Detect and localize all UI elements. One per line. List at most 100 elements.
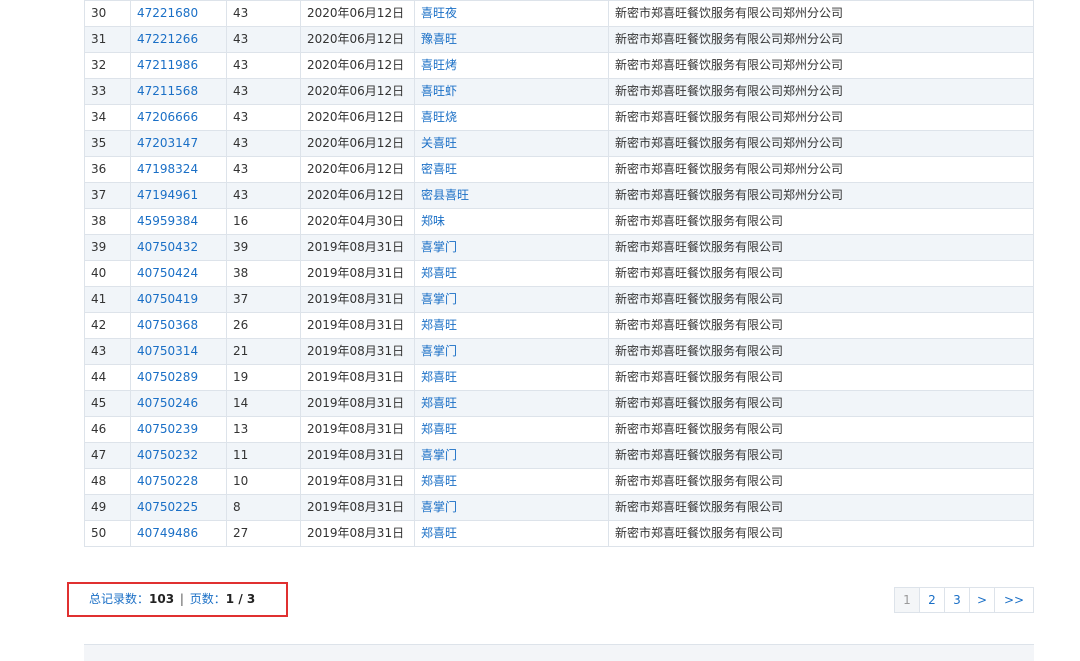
last-page-button[interactable]: >> xyxy=(994,587,1034,613)
applicant-name: 新密市郑喜旺餐饮服务有限公司 xyxy=(608,286,1034,313)
registration-number-link[interactable]: 40750368 xyxy=(130,312,227,339)
registration-number-link[interactable]: 40749486 xyxy=(130,520,227,547)
registration-number-link[interactable]: 47198324 xyxy=(130,156,227,183)
trademark-name-link[interactable]: 郑喜旺 xyxy=(414,520,609,547)
table-row: 48 40750228 10 2019年08月31日 郑喜旺 新密市郑喜旺餐饮服务有限公司 xyxy=(84,468,1034,495)
class-number: 43 xyxy=(226,130,301,157)
row-index: 37 xyxy=(84,182,131,209)
table-row: 35 47203147 43 2020年06月12日 关喜旺 新密市郑喜旺餐饮服务有限公司… xyxy=(84,130,1034,157)
table-row: 30 47221680 43 2020年06月12日 喜旺夜 新密市郑喜旺餐饮服务有限公司… xyxy=(84,0,1034,27)
table-row: 37 47194961 43 2020年06月12日 密县喜旺 新密市郑喜旺餐饮服务有限公… xyxy=(84,182,1034,209)
application-date: 2019年08月31日 xyxy=(300,390,415,417)
applicant-name: 新密市郑喜旺餐饮服务有限公司郑州分公司 xyxy=(608,104,1034,131)
applicant-name: 新密市郑喜旺餐饮服务有限公司 xyxy=(608,468,1034,495)
table-row: 43 40750314 21 2019年08月31日 喜掌门 新密市郑喜旺餐饮服务有限公司 xyxy=(84,338,1034,365)
table-row: 42 40750368 26 2019年08月31日 郑喜旺 新密市郑喜旺餐饮服务有限公司 xyxy=(84,312,1034,339)
class-number: 14 xyxy=(226,390,301,417)
page-button-2[interactable]: 2 xyxy=(919,587,945,613)
page-button-1[interactable]: 1 xyxy=(894,587,920,613)
registration-number-link[interactable]: 40750232 xyxy=(130,442,227,469)
application-date: 2020年06月12日 xyxy=(300,130,415,157)
row-index: 44 xyxy=(84,364,131,391)
application-date: 2020年06月12日 xyxy=(300,182,415,209)
registration-number-link[interactable]: 40750239 xyxy=(130,416,227,443)
application-date: 2019年08月31日 xyxy=(300,468,415,495)
application-date: 2019年08月31日 xyxy=(300,312,415,339)
trademark-name-link[interactable]: 郑味 xyxy=(414,208,609,235)
trademark-name-link[interactable]: 喜掌门 xyxy=(414,338,609,365)
applicant-name: 新密市郑喜旺餐饮服务有限公司 xyxy=(608,338,1034,365)
trademark-name-link[interactable]: 喜掌门 xyxy=(414,442,609,469)
pagination: 1 2 3 > >> xyxy=(894,587,1034,613)
application-date: 2020年06月12日 xyxy=(300,26,415,53)
class-number: 11 xyxy=(226,442,301,469)
trademark-name-link[interactable]: 喜旺夜 xyxy=(414,0,609,27)
registration-number-link[interactable]: 47206666 xyxy=(130,104,227,131)
application-date: 2020年06月12日 xyxy=(300,0,415,27)
class-number: 8 xyxy=(226,494,301,521)
row-index: 33 xyxy=(84,78,131,105)
applicant-name: 新密市郑喜旺餐饮服务有限公司 xyxy=(608,208,1034,235)
registration-number-link[interactable]: 47211986 xyxy=(130,52,227,79)
row-index: 35 xyxy=(84,130,131,157)
applicant-name: 新密市郑喜旺餐饮服务有限公司郑州分公司 xyxy=(608,130,1034,157)
trademark-name-link[interactable]: 密喜旺 xyxy=(414,156,609,183)
applicant-name: 新密市郑喜旺餐饮服务有限公司 xyxy=(608,416,1034,443)
registration-number-link[interactable]: 40750225 xyxy=(130,494,227,521)
trademark-name-link[interactable]: 郑喜旺 xyxy=(414,468,609,495)
trademark-name-link[interactable]: 郑喜旺 xyxy=(414,364,609,391)
trademark-name-link[interactable]: 豫喜旺 xyxy=(414,26,609,53)
registration-number-link[interactable]: 40750246 xyxy=(130,390,227,417)
row-index: 49 xyxy=(84,494,131,521)
registration-number-link[interactable]: 47203147 xyxy=(130,130,227,157)
trademark-name-link[interactable]: 喜掌门 xyxy=(414,234,609,261)
registration-number-link[interactable]: 40750314 xyxy=(130,338,227,365)
registration-number-link[interactable]: 40750419 xyxy=(130,286,227,313)
registration-number-link[interactable]: 40750289 xyxy=(130,364,227,391)
applicant-name: 新密市郑喜旺餐饮服务有限公司郑州分公司 xyxy=(608,156,1034,183)
registration-number-link[interactable]: 40750432 xyxy=(130,234,227,261)
trademark-name-link[interactable]: 喜掌门 xyxy=(414,494,609,521)
trademark-table-container: 30 47221680 43 2020年06月12日 喜旺夜 新密市郑喜旺餐饮服务有限公司… xyxy=(84,0,1034,547)
row-index: 39 xyxy=(84,234,131,261)
row-index: 47 xyxy=(84,442,131,469)
total-records-label: 总记录数： xyxy=(89,592,150,606)
applicant-name: 新密市郑喜旺餐饮服务有限公司郑州分公司 xyxy=(608,182,1034,209)
application-date: 2020年04月30日 xyxy=(300,208,415,235)
application-date: 2019年08月31日 xyxy=(300,416,415,443)
applicant-name: 新密市郑喜旺餐饮服务有限公司 xyxy=(608,260,1034,287)
class-number: 39 xyxy=(226,234,301,261)
row-index: 36 xyxy=(84,156,131,183)
class-number: 43 xyxy=(226,0,301,27)
trademark-name-link[interactable]: 喜旺虾 xyxy=(414,78,609,105)
applicant-name: 新密市郑喜旺餐饮服务有限公司 xyxy=(608,520,1034,547)
trademark-name-link[interactable]: 郑喜旺 xyxy=(414,416,609,443)
application-date: 2019年08月31日 xyxy=(300,260,415,287)
trademark-name-link[interactable]: 喜旺烤 xyxy=(414,52,609,79)
trademark-name-link[interactable]: 郑喜旺 xyxy=(414,312,609,339)
registration-number-link[interactable]: 40750424 xyxy=(130,260,227,287)
registration-number-link[interactable]: 40750228 xyxy=(130,468,227,495)
class-number: 27 xyxy=(226,520,301,547)
trademark-name-link[interactable]: 关喜旺 xyxy=(414,130,609,157)
registration-number-link[interactable]: 45959384 xyxy=(130,208,227,235)
table-row: 44 40750289 19 2019年08月31日 郑喜旺 新密市郑喜旺餐饮服务有限公司 xyxy=(84,364,1034,391)
trademark-table-body: 30 47221680 43 2020年06月12日 喜旺夜 新密市郑喜旺餐饮服务有限公司… xyxy=(84,0,1034,547)
trademark-name-link[interactable]: 郑喜旺 xyxy=(414,260,609,287)
trademark-name-link[interactable]: 郑喜旺 xyxy=(414,390,609,417)
registration-number-link[interactable]: 47221266 xyxy=(130,26,227,53)
trademark-name-link[interactable]: 喜掌门 xyxy=(414,286,609,313)
class-number: 37 xyxy=(226,286,301,313)
row-index: 38 xyxy=(84,208,131,235)
registration-number-link[interactable]: 47194961 xyxy=(130,182,227,209)
table-row: 32 47211986 43 2020年06月12日 喜旺烤 新密市郑喜旺餐饮服务有限公司… xyxy=(84,52,1034,79)
registration-number-link[interactable]: 47221680 xyxy=(130,0,227,27)
class-number: 38 xyxy=(226,260,301,287)
page-button-3[interactable]: 3 xyxy=(944,587,970,613)
registration-number-link[interactable]: 47211568 xyxy=(130,78,227,105)
trademark-table: 30 47221680 43 2020年06月12日 喜旺夜 新密市郑喜旺餐饮服务有限公司… xyxy=(84,0,1034,547)
application-date: 2019年08月31日 xyxy=(300,494,415,521)
trademark-name-link[interactable]: 喜旺烧 xyxy=(414,104,609,131)
next-page-button[interactable]: > xyxy=(969,587,995,613)
trademark-name-link[interactable]: 密县喜旺 xyxy=(414,182,609,209)
